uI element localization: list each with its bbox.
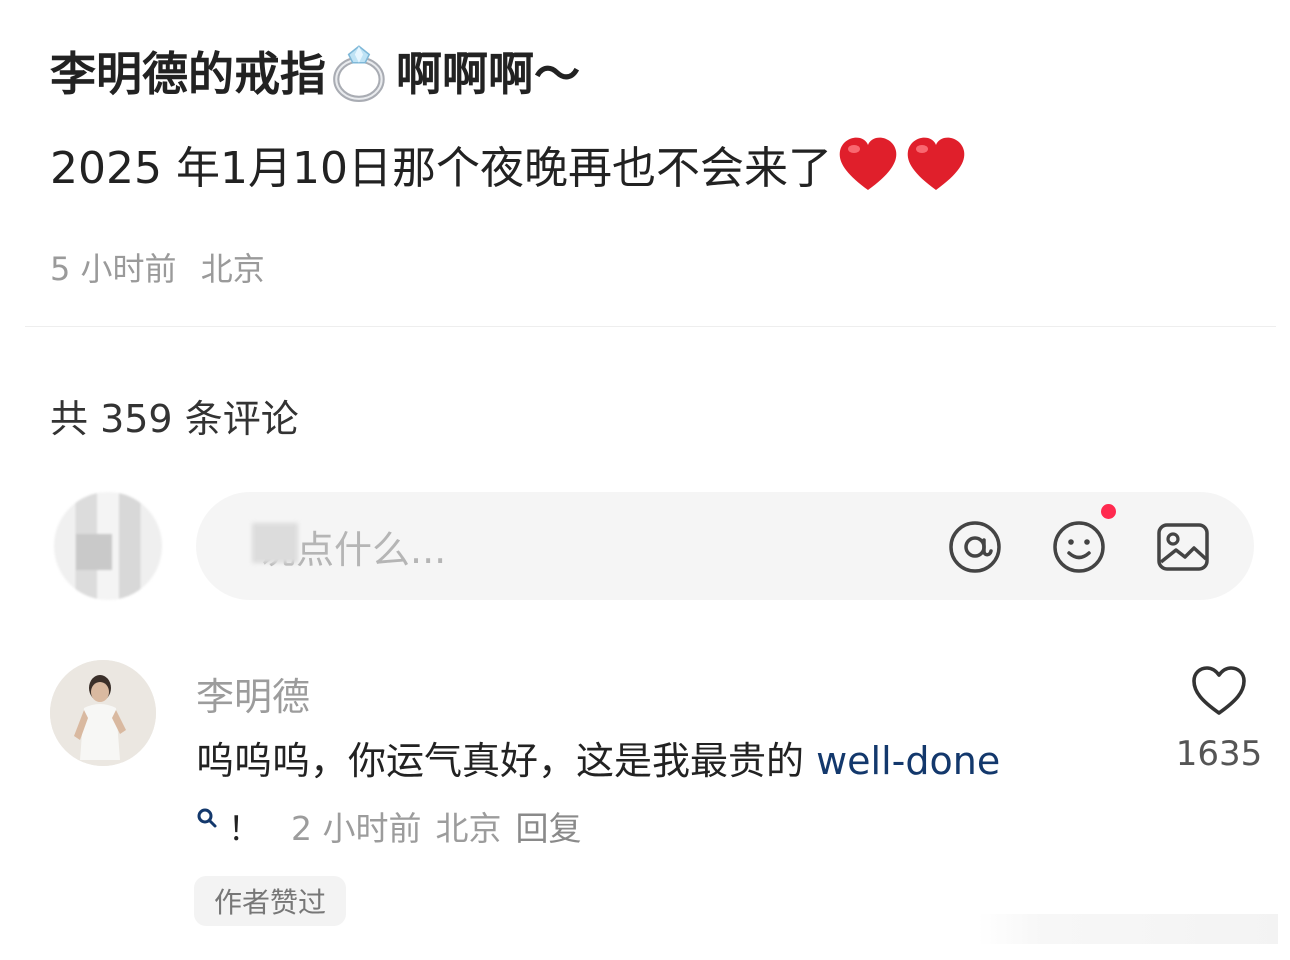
- commenter-name[interactable]: 李明德: [196, 666, 310, 721]
- search-icon[interactable]: [196, 807, 218, 829]
- comment-input[interactable]: 说点什么...: [196, 492, 1254, 600]
- my-avatar[interactable]: [54, 492, 162, 600]
- reply-button[interactable]: 回复: [516, 802, 582, 850]
- emoji-button[interactable]: [1050, 504, 1116, 576]
- post-detail-page: 李明德的戒指 啊啊啊～ 2025 年1月10日那个夜晚再也不会来了 5 小时前 …: [0, 0, 1290, 960]
- comment-link[interactable]: well-done: [816, 739, 1000, 783]
- heart-outline-icon[interactable]: [1190, 664, 1248, 718]
- notification-dot: [1101, 504, 1116, 519]
- comment-meta: ！ 2 小时前 北京 回复: [196, 802, 582, 850]
- post-body-text: 2025 年1月10日那个夜晚再也不会来了: [50, 143, 832, 194]
- comment-count: 共 359 条评论: [50, 397, 299, 441]
- divider: [25, 326, 1276, 327]
- like-count: 1635: [1175, 734, 1263, 774]
- comment-input-placeholder: 说点什么...: [258, 519, 446, 574]
- comment-text: 呜呜呜，你运气真好，这是我最贵的 well-done: [196, 730, 1000, 785]
- post-title-suffix: 啊啊啊～: [396, 47, 580, 101]
- post-time: 5 小时前: [50, 250, 177, 288]
- at-icon[interactable]: [946, 518, 1004, 576]
- comment-trailing: ！: [228, 809, 261, 848]
- comment-location: 北京: [435, 809, 502, 848]
- image-icon[interactable]: [1154, 518, 1212, 576]
- watermark: [978, 914, 1278, 944]
- comment-time: 2 小时前: [291, 809, 422, 848]
- red-heart-icon: [839, 137, 897, 190]
- post-body: 2025 年1月10日那个夜晚再也不会来了: [50, 132, 968, 196]
- commenter-avatar[interactable]: [50, 660, 156, 766]
- post-meta: 5 小时前 北京: [50, 244, 265, 290]
- smiley-icon: [1053, 521, 1105, 573]
- red-heart-icon: [907, 137, 965, 190]
- person-photo-icon: [50, 660, 156, 766]
- post-title-prefix: 李明德的戒指: [50, 47, 326, 101]
- comment-body: 呜呜呜，你运气真好，这是我最贵的: [196, 739, 817, 783]
- author-liked-badge: 作者赞过: [194, 876, 347, 926]
- post-location: 北京: [200, 250, 265, 288]
- ring-icon: [333, 45, 385, 102]
- composer-toolbar: [946, 504, 1212, 576]
- post-title: 李明德的戒指 啊啊啊～: [50, 38, 580, 104]
